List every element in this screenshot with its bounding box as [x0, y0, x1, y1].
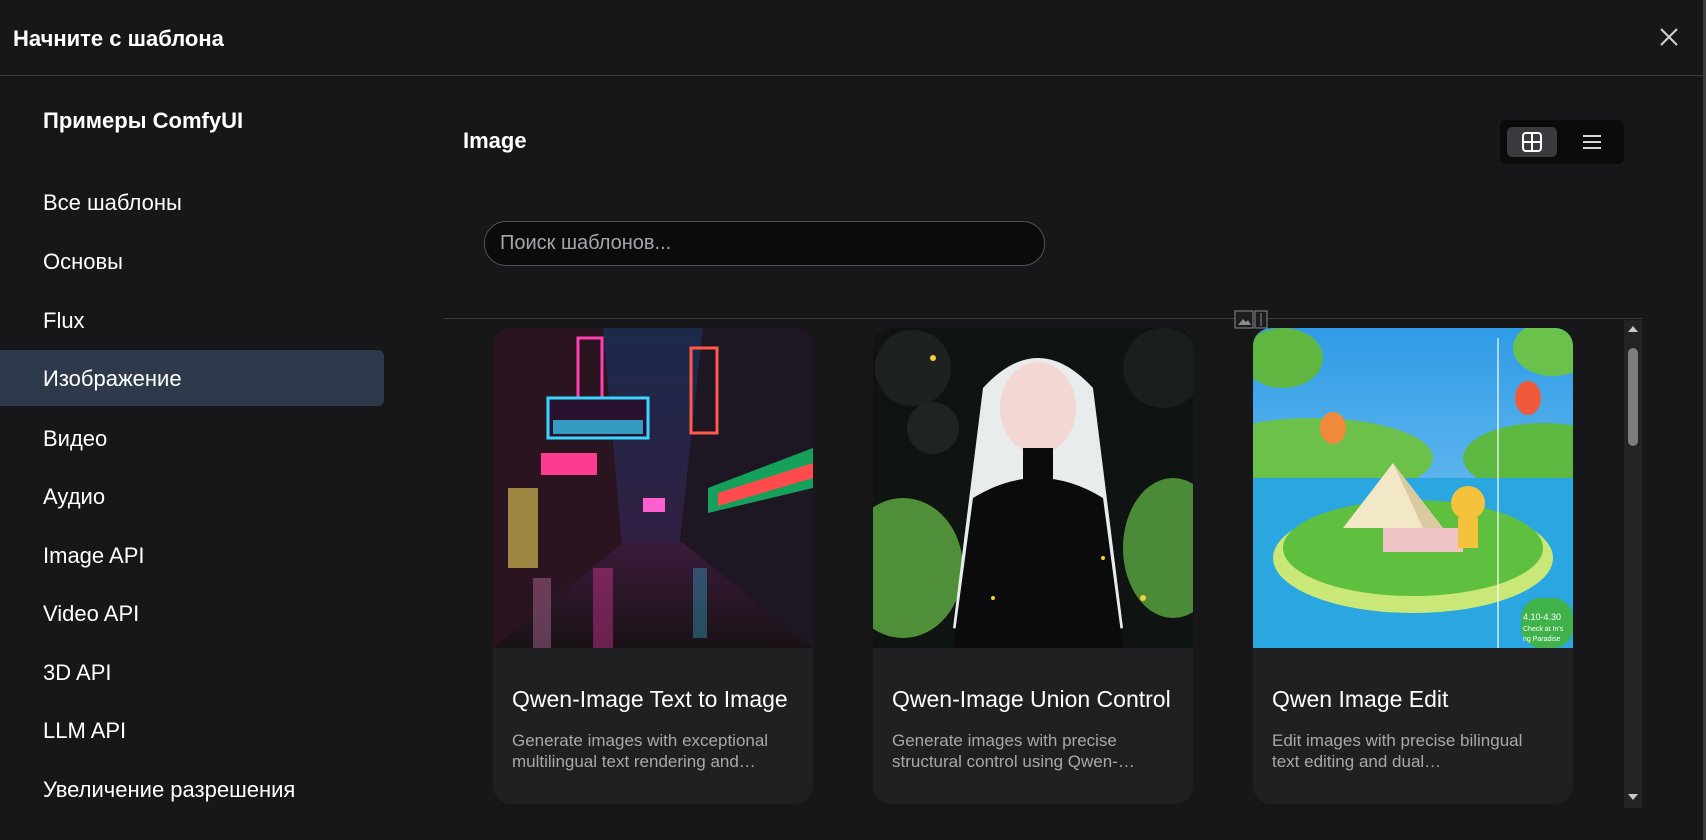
section-title: Image — [463, 128, 527, 153]
thumb-overlay-line: 4.10-4.30 — [1523, 612, 1561, 622]
broken-image-icon — [1234, 310, 1268, 329]
template-thumbnail — [493, 328, 813, 648]
template-description: Generate images with precise structural … — [892, 730, 1182, 772]
vertical-scrollbar[interactable] — [1624, 320, 1642, 808]
template-card[interactable]: Qwen-Image Text to Image Generate images… — [493, 328, 813, 804]
sidebar-item-label: Увеличение разрешения — [43, 777, 296, 802]
scrollbar-thumb[interactable] — [1628, 348, 1638, 446]
sidebar-item-label: Основы — [43, 249, 123, 274]
sidebar-item-label: Video API — [43, 601, 140, 626]
sidebar-item-flux[interactable]: Flux — [0, 292, 384, 348]
sidebar-item-upscale[interactable]: Увеличение разрешения — [0, 761, 384, 817]
grid-view-button[interactable] — [1507, 127, 1557, 157]
description-line: Generate images with exceptional — [512, 731, 769, 750]
neon-street-thumbnail — [493, 328, 813, 648]
thumb-overlay-line: ng Paradise — [1523, 636, 1560, 643]
sidebar-item-video[interactable]: Видео — [0, 410, 384, 466]
template-card[interactable]: 4.10-4.30 Check at In's ng Paradise Qwen… — [1253, 328, 1573, 804]
template-card[interactable]: Qwen-Image Union Control Generate images… — [873, 328, 1193, 804]
sidebar-item-audio[interactable]: Аудио — [0, 468, 384, 524]
description-line: multilingual text rendering and… — [512, 752, 756, 771]
template-title: Qwen-Image Union Control — [892, 686, 1171, 712]
list-view-button[interactable] — [1567, 127, 1617, 157]
template-description: Generate images with exceptional multili… — [512, 730, 802, 772]
elf-portrait-thumbnail — [873, 328, 1193, 648]
search-input[interactable] — [500, 222, 1030, 265]
dialog-title: Начните с шаблона — [13, 26, 224, 51]
grid-view-icon — [1522, 132, 1542, 152]
sidebar-item-label: LLM API — [43, 718, 127, 743]
caret-down-icon — [1628, 794, 1638, 800]
island-camp-thumbnail: 4.10-4.30 Check at In's ng Paradise — [1253, 328, 1573, 648]
dialog-header: Начните с шаблона — [0, 0, 1706, 76]
template-search — [484, 221, 1045, 266]
template-description: Edit images with precise bilingual text … — [1272, 730, 1562, 772]
sidebar-item-label: Аудио — [43, 484, 106, 509]
sidebar-item-llm-api[interactable]: LLM API — [0, 702, 384, 758]
close-icon — [1660, 28, 1678, 46]
sidebar-item-label: Видео — [43, 426, 108, 451]
divider — [444, 318, 1642, 319]
description-line: Generate images with precise — [892, 731, 1117, 750]
sidebar-item-label: Изображение — [43, 366, 182, 391]
template-dialog: Начните с шаблона Примеры ComfyUI Все ша… — [0, 0, 1706, 840]
description-line: Edit images with precise bilingual — [1272, 731, 1523, 750]
thumb-overlay-line: Check at In's — [1523, 626, 1564, 633]
sidebar-heading: Примеры ComfyUI — [43, 108, 244, 133]
sidebar-item-image[interactable]: Изображение — [0, 350, 384, 406]
template-thumbnail — [873, 328, 1193, 648]
template-title: Qwen-Image Text to Image — [512, 686, 788, 712]
sidebar-item-label: Flux — [43, 308, 85, 333]
sidebar: Примеры ComfyUI Все шаблоны Основы Flux … — [0, 77, 390, 840]
sidebar-item-basics[interactable]: Основы — [0, 233, 384, 289]
sidebar-item-video-api[interactable]: Video API — [0, 585, 384, 641]
template-thumbnail: 4.10-4.30 Check at In's ng Paradise — [1253, 328, 1573, 648]
description-line: structural control using Qwen-… — [892, 752, 1135, 771]
sidebar-item-label: 3D API — [43, 660, 112, 685]
scroll-down-button[interactable] — [1624, 788, 1642, 806]
close-button[interactable] — [1656, 24, 1682, 50]
sidebar-item-label: Все шаблоны — [43, 190, 182, 215]
sidebar-item-all-templates[interactable]: Все шаблоны — [0, 174, 384, 230]
description-line: text editing and dual… — [1272, 752, 1442, 771]
list-view-icon — [1583, 135, 1601, 149]
template-title: Qwen Image Edit — [1272, 686, 1449, 712]
sidebar-item-3d-api[interactable]: 3D API — [0, 644, 384, 700]
view-mode-toggle — [1500, 120, 1624, 164]
sidebar-item-image-api[interactable]: Image API — [0, 527, 384, 583]
sidebar-item-label: Image API — [43, 543, 145, 568]
scroll-up-button[interactable] — [1624, 320, 1642, 338]
caret-up-icon — [1628, 326, 1638, 332]
